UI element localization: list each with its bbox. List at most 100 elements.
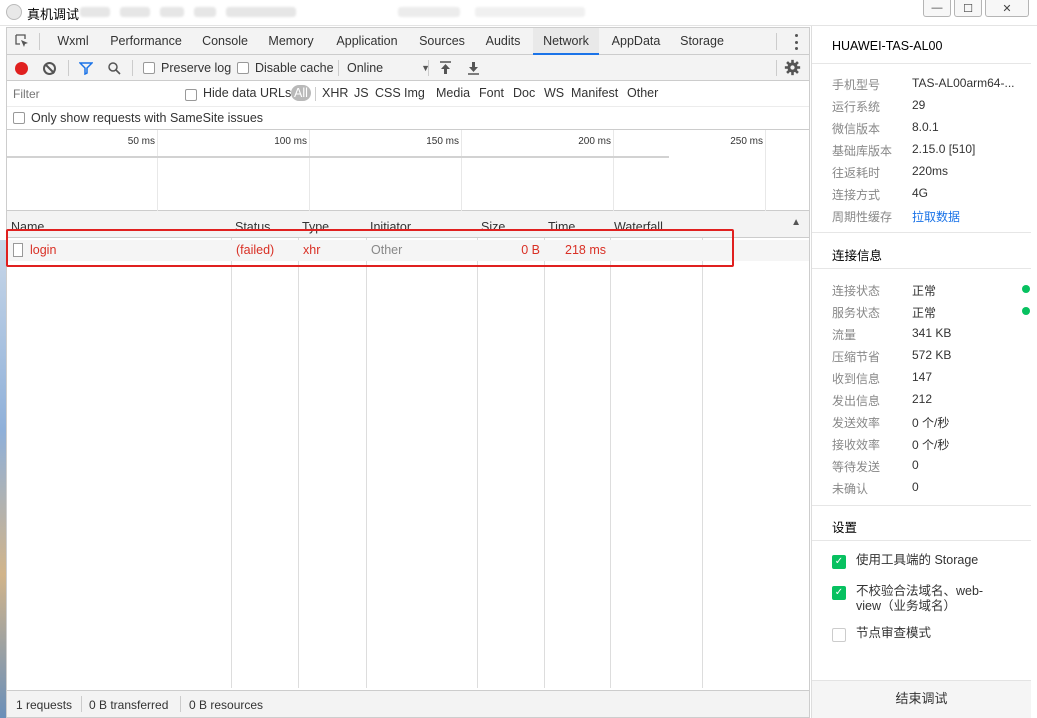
samesite-label: Only show requests with SameSite issues: [31, 111, 264, 125]
tick-label: 200 ms: [578, 136, 611, 147]
filter-doc[interactable]: Doc: [513, 86, 535, 100]
column-divider: [702, 238, 703, 688]
divider: [428, 60, 429, 76]
blurred-text: [475, 7, 585, 17]
divider: [315, 87, 316, 101]
tab-appdata[interactable]: AppData: [605, 28, 667, 55]
column-divider: [610, 238, 611, 688]
tab-storage[interactable]: Storage: [674, 28, 730, 55]
samesite-filter: Only show requests with SameSite issues: [7, 107, 809, 130]
request-count: 1 requests: [16, 698, 73, 712]
tab-performance[interactable]: Performance: [105, 28, 187, 55]
search-icon[interactable]: [107, 61, 121, 75]
setting-use-storage[interactable]: ✓ 使用工具端的 Storage: [832, 553, 1012, 573]
tab-wxml[interactable]: Wxml: [47, 28, 99, 55]
timeline-overview: 50 ms 100 ms 150 ms 200 ms 250 ms: [7, 130, 809, 211]
checkbox-unchecked-icon[interactable]: [832, 628, 846, 642]
filter-js[interactable]: JS: [354, 86, 369, 100]
filter-img[interactable]: Img: [404, 86, 425, 100]
preserve-log-checkbox[interactable]: [143, 62, 155, 74]
filter-bar: Hide data URLs All XHR JS CSS Img Media …: [7, 81, 809, 107]
device-info-panel: HUAWEI-TAS-AL00 手机型号 TAS-AL00arm64-... 运行…: [811, 26, 1037, 718]
grid-line: [613, 130, 614, 211]
record-icon[interactable]: [15, 61, 28, 75]
preserve-log-label: Preserve log: [161, 61, 232, 75]
checkbox-checked-icon[interactable]: ✓: [832, 555, 846, 569]
minimize-button[interactable]: —: [923, 0, 951, 17]
tick-label: 150 ms: [426, 136, 459, 147]
setting-skip-domain-check[interactable]: ✓ 不校验合法域名、web-view（业务域名）: [832, 584, 1002, 618]
disable-cache-label: Disable cache: [255, 61, 334, 75]
maximize-button[interactable]: ☐: [954, 0, 982, 17]
device-name: HUAWEI-TAS-AL00: [832, 39, 943, 53]
divider: [776, 60, 777, 76]
divider: [812, 268, 1031, 269]
grid-line: [157, 130, 158, 211]
grid-line: [461, 130, 462, 211]
preserve-log-toggle[interactable]: Preserve log: [143, 55, 231, 81]
window-controls: — ☐ ✕: [923, 0, 1029, 17]
throttle-select[interactable]: Online ▼: [347, 55, 430, 81]
transferred-size: 0 B transferred: [89, 698, 169, 712]
connection-section-title: 连接信息: [832, 249, 883, 263]
clear-icon[interactable]: [43, 61, 56, 75]
grid-line: [309, 130, 310, 211]
close-button[interactable]: ✕: [985, 0, 1029, 17]
status-ok-dot: [1022, 307, 1030, 315]
sort-up-icon[interactable]: ▲: [791, 217, 801, 228]
requests-table-body: login (failed) xhr Other 0 B 218 ms: [7, 238, 809, 688]
filter-media[interactable]: Media: [436, 86, 470, 100]
blurred-menu: [80, 5, 330, 19]
gear-icon[interactable]: [784, 59, 801, 76]
tab-console[interactable]: Console: [195, 28, 255, 55]
window-title: 真机调试: [27, 7, 80, 22]
tab-sources[interactable]: Sources: [412, 28, 472, 55]
setting-node-inspect[interactable]: 节点审查模式: [832, 626, 1012, 646]
divider: [812, 540, 1031, 541]
app-logo-icon: [6, 4, 22, 20]
column-divider: [298, 238, 299, 688]
disable-cache-checkbox[interactable]: [237, 62, 249, 74]
filter-ws[interactable]: WS: [544, 86, 564, 100]
grid-line: [765, 130, 766, 211]
end-debug-button[interactable]: 结束调试: [812, 680, 1031, 718]
hide-data-urls-checkbox[interactable]: [185, 87, 203, 101]
resources-size: 0 B resources: [189, 698, 264, 712]
blurred-text: [398, 7, 460, 17]
column-divider: [366, 238, 367, 688]
divider: [812, 63, 1031, 64]
divider: [776, 33, 777, 50]
timeline-bar: [7, 156, 669, 158]
tab-network[interactable]: Network: [533, 28, 599, 55]
checkbox-checked-icon[interactable]: ✓: [832, 586, 846, 600]
inspect-element-icon[interactable]: [15, 34, 29, 48]
divider: [338, 60, 339, 76]
hide-data-urls-label: Hide data URLs: [203, 86, 292, 100]
export-har-icon[interactable]: [467, 61, 480, 75]
column-divider: [231, 238, 232, 688]
divider: [812, 505, 1031, 506]
window-titlebar: 真机调试 — ☐ ✕: [0, 0, 1037, 26]
status-ok-dot: [1022, 285, 1030, 293]
tick-label: 100 ms: [274, 136, 307, 147]
disable-cache-toggle[interactable]: Disable cache: [237, 55, 334, 81]
filter-icon[interactable]: [79, 61, 93, 75]
filter-all[interactable]: All: [291, 85, 311, 101]
divider: [812, 232, 1031, 233]
tab-application[interactable]: Application: [329, 28, 405, 55]
filter-css[interactable]: CSS: [375, 86, 401, 100]
tab-audits[interactable]: Audits: [479, 28, 527, 55]
tick-label: 50 ms: [127, 136, 155, 147]
filter-manifest[interactable]: Manifest: [571, 86, 618, 100]
filter-other[interactable]: Other: [627, 86, 658, 100]
filter-font[interactable]: Font: [479, 86, 504, 100]
import-har-icon[interactable]: [439, 61, 452, 75]
network-toolbar: Preserve log Disable cache Online ▼: [7, 55, 809, 81]
filter-xhr[interactable]: XHR: [322, 86, 348, 100]
samesite-checkbox[interactable]: [13, 112, 31, 124]
column-divider: [544, 238, 545, 688]
more-options-icon[interactable]: [795, 34, 799, 50]
fetch-data-link[interactable]: 拉取数据: [912, 208, 960, 225]
filter-input[interactable]: [9, 84, 174, 104]
tab-memory[interactable]: Memory: [262, 28, 320, 55]
